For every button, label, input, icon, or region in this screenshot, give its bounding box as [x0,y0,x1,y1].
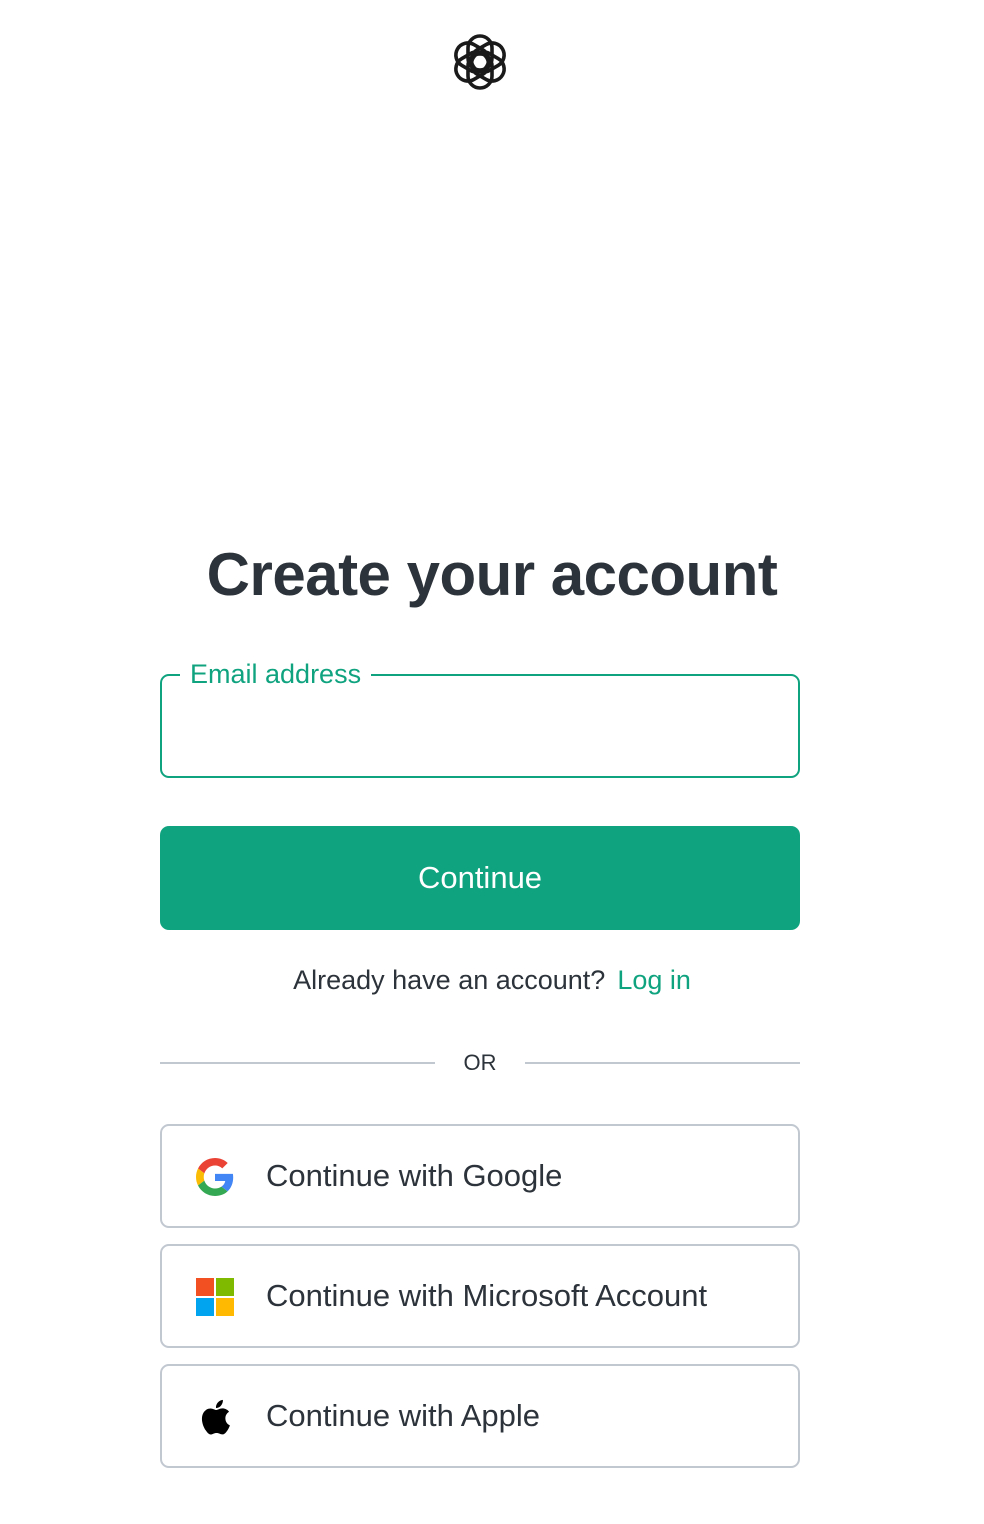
login-link[interactable]: Log in [617,965,691,995]
social-button-label: Continue with Google [266,1158,563,1193]
email-field[interactable]: Email address [160,658,800,778]
email-field-label: Email address [180,658,372,690]
continue-button[interactable]: Continue [160,826,800,930]
continue-with-google-button[interactable]: Continue with Google [160,1124,800,1228]
social-button-label: Continue with Microsoft Account [266,1278,708,1313]
apple-icon [196,1398,234,1436]
divider-or-text: OR [463,1050,497,1075]
continue-with-apple-button[interactable]: Continue with Apple [160,1364,800,1468]
google-icon [196,1158,234,1196]
divider-left [160,1062,435,1064]
divider-right [525,1062,800,1064]
openai-logo-icon [449,31,511,93]
social-button-label: Continue with Apple [266,1398,541,1433]
page-title: Create your account [206,541,778,608]
login-prompt-row: Already have an account? Log in [0,965,984,996]
microsoft-icon [196,1278,234,1316]
continue-with-microsoft-button[interactable]: Continue with Microsoft Account [160,1244,800,1348]
login-prompt-text: Already have an account? [293,965,606,995]
email-input[interactable] [188,704,772,752]
